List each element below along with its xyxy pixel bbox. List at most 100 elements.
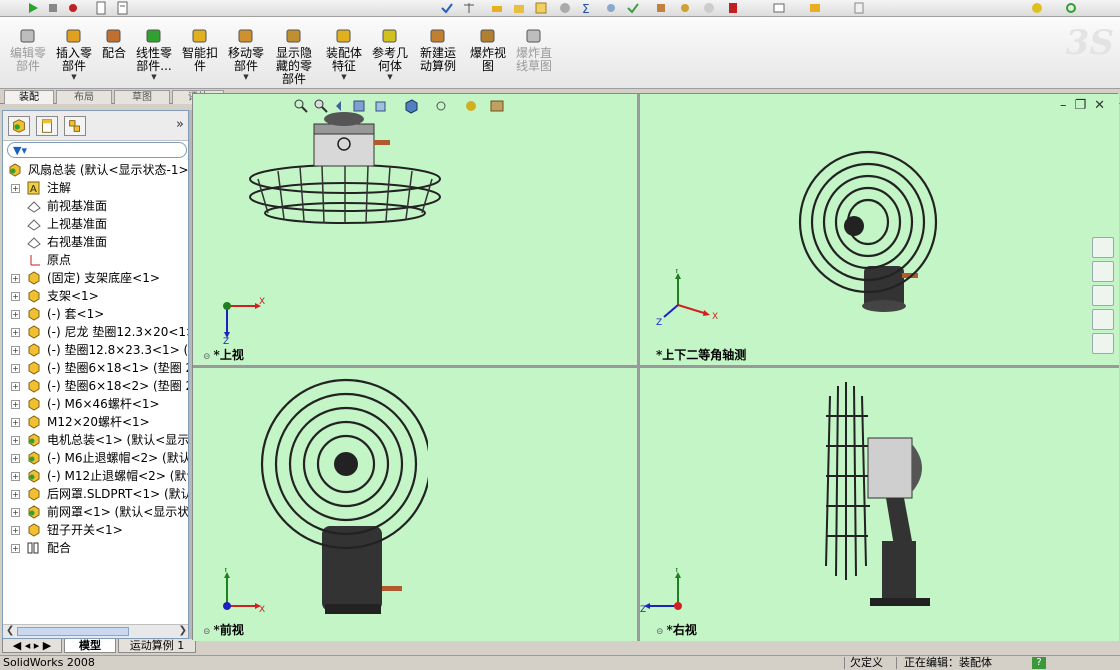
expand-toggle-icon[interactable]: + (11, 490, 20, 499)
tab-motion-study[interactable]: 运动算例 1 (118, 639, 196, 653)
tree-item[interactable]: + (-) 垫圈12.8×23.3<1> (垫圈 (3, 341, 188, 359)
property-manager-tab-icon[interactable] (36, 116, 58, 136)
expand-toggle-icon[interactable]: + (11, 382, 20, 391)
expand-toggle-icon[interactable]: + (11, 436, 20, 445)
check-interference-icon[interactable] (626, 1, 640, 15)
expand-chevron-icon[interactable]: » (176, 117, 184, 132)
minimize-icon[interactable]: – (1060, 98, 1075, 113)
palette-icon[interactable] (1030, 1, 1044, 15)
tab-model[interactable]: 模型 (64, 639, 116, 653)
expand-toggle-icon[interactable]: + (11, 454, 20, 463)
expand-toggle-icon[interactable]: + (11, 346, 20, 355)
tree-item[interactable]: + (-) M6×46螺杆<1> (3, 395, 188, 413)
tree-item[interactable]: + A 注解 (3, 179, 188, 197)
tree-item[interactable]: + (-) 垫圈6×18<2> (垫圈 2.5) (3, 377, 188, 395)
expand-toggle-icon[interactable]: + (11, 364, 20, 373)
help-icon[interactable]: ? (1032, 657, 1046, 669)
stop-icon[interactable] (46, 1, 60, 15)
ok-icon[interactable] (702, 1, 716, 15)
scene-icon[interactable] (489, 98, 505, 114)
tree-item[interactable]: + M12×20螺杆<1> (3, 413, 188, 431)
layer-icon[interactable] (808, 1, 822, 15)
tab-assembly[interactable]: 装配 (4, 90, 54, 104)
expand-toggle-icon[interactable]: + (11, 274, 20, 283)
tools-icon[interactable] (654, 1, 668, 15)
tree-item[interactable]: + 支架<1> (3, 287, 188, 305)
tree-item[interactable]: + (-) 套<1> (3, 305, 188, 323)
dropdown-arrow-icon[interactable]: ▼ (387, 73, 392, 81)
edit-component-button[interactable]: 编辑零 部件 (8, 27, 48, 73)
expand-toggle-icon[interactable]: + (11, 544, 20, 553)
move-component-button[interactable]: 移动零 部件 ▼ (226, 27, 266, 81)
mass-icon[interactable] (558, 1, 572, 15)
insert-component-button[interactable]: 插入零 部件 ▼ (54, 27, 94, 81)
expand-toggle-icon[interactable]: + (11, 292, 20, 301)
expand-toggle-icon[interactable]: + (11, 418, 20, 427)
tree-item[interactable]: + (-) M12止退螺帽<2> (默认< (3, 467, 188, 485)
tree-item[interactable]: + (-) M6止退螺帽<2> (默认<显 (3, 449, 188, 467)
tree-item[interactable]: + 后网罩.SLDPRT<1> (默认<显 (3, 485, 188, 503)
tab-nav-buttons[interactable]: ◀ ◂ ▸ ▶ (2, 639, 62, 653)
balance-icon[interactable] (462, 1, 476, 15)
expand-toggle-icon[interactable]: + (11, 472, 20, 481)
window-icon[interactable] (772, 1, 786, 15)
mate-button[interactable]: 配合 (100, 27, 128, 60)
document-icon[interactable] (94, 1, 108, 15)
sensor-icon[interactable] (604, 1, 618, 15)
dropdown-arrow-icon[interactable]: ▼ (243, 73, 248, 81)
dropdown-arrow-icon[interactable]: ▼ (341, 73, 346, 81)
notes-icon[interactable] (116, 1, 130, 15)
tree-item[interactable]: 右视基准面 (3, 233, 188, 251)
file-explorer-icon[interactable] (1092, 285, 1114, 306)
link-view-icon[interactable]: ⊝ (203, 627, 211, 637)
scrollbar-thumb[interactable] (17, 627, 129, 636)
viewport-horizontal-divider[interactable] (193, 365, 1119, 368)
filter-icon[interactable]: ▼▾ (13, 144, 27, 157)
checkbox-icon[interactable] (534, 1, 548, 15)
gear-icon[interactable] (678, 1, 692, 15)
refresh-icon[interactable] (1064, 1, 1078, 15)
sigma-icon[interactable]: Σ (580, 1, 594, 15)
view-palette-icon[interactable] (1092, 309, 1114, 330)
reference-geometry-button[interactable]: 参考几 何体 ▼ (370, 27, 410, 81)
assembly-features-button[interactable]: 装配体 特征 ▼ (324, 27, 364, 81)
link-view-icon[interactable]: ⊝ (656, 627, 664, 637)
pages-icon[interactable] (852, 1, 866, 15)
folder-icon[interactable] (512, 1, 526, 15)
tree-horizontal-scrollbar[interactable]: ❮ ❯ (3, 624, 188, 638)
scale-icon[interactable] (490, 1, 504, 15)
feature-tree-tab-icon[interactable] (8, 116, 30, 136)
link-view-icon[interactable]: ⊝ (203, 352, 211, 362)
tree-item[interactable]: + 配合 (3, 539, 188, 557)
design-library-icon[interactable] (1092, 261, 1114, 282)
smart-fasteners-button[interactable]: 智能扣 件 (180, 27, 220, 73)
tree-item[interactable]: 原点 (3, 251, 188, 269)
rebuild-icon[interactable] (26, 1, 40, 15)
tree-item[interactable]: + 钮子开关<1> (3, 521, 188, 539)
scroll-right-icon[interactable]: ❯ (179, 625, 187, 636)
tree-item[interactable]: + (固定) 支架底座<1> (3, 269, 188, 287)
tree-root[interactable]: 风扇总装 (默认<显示状态-1>) (3, 161, 188, 179)
tree-item[interactable]: + 电机总装<1> (默认<显示状 (3, 431, 188, 449)
viewport-top[interactable]: XZ ⊝ *上视 (193, 94, 637, 365)
tree-item[interactable]: 前视基准面 (3, 197, 188, 215)
dropdown-arrow-icon[interactable]: ▼ (151, 73, 156, 81)
appearance-icon[interactable] (463, 98, 479, 114)
expand-toggle-icon[interactable]: + (11, 400, 20, 409)
scroll-left-icon[interactable]: ❮ (6, 625, 14, 636)
explode-line-sketch-button[interactable]: 爆炸直 线草图 (514, 27, 554, 73)
tree-item[interactable]: + 前网罩<1> (默认<显示状态 (3, 503, 188, 521)
viewport-isometric[interactable]: –❐✕ Y X Z *上下二等角轴测 (640, 94, 1119, 365)
expand-toggle-icon[interactable]: + (11, 310, 20, 319)
viewport-right[interactable]: YZ ⊝ *右视 (640, 368, 1119, 641)
exploded-view-button[interactable]: 爆炸视 图 (468, 27, 508, 73)
dropdown-arrow-icon[interactable]: ▼ (71, 73, 76, 81)
tab-sketch[interactable]: 草图 (114, 90, 170, 104)
expand-toggle-icon[interactable]: + (11, 526, 20, 535)
tree-item[interactable]: + (-) 垫圈6×18<1> (垫圈 2.5) (3, 359, 188, 377)
check-icon[interactable] (440, 1, 454, 15)
tree-item[interactable]: 上视基准面 (3, 215, 188, 233)
home-icon[interactable] (1092, 237, 1114, 258)
close-icon[interactable]: ✕ (1094, 98, 1113, 113)
viewport-front[interactable]: YX ⊝ *前视 (193, 368, 637, 641)
